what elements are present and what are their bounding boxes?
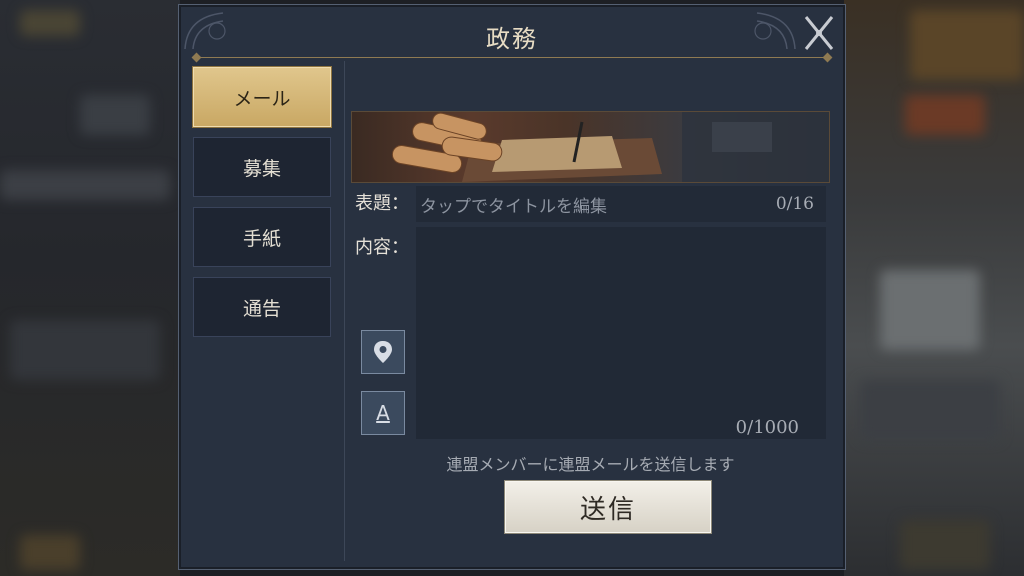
subject-input[interactable]: タップでタイトルを編集 0/16: [416, 186, 826, 222]
banner-image: [351, 111, 830, 183]
tab-recruit[interactable]: 募集: [193, 137, 331, 197]
send-button-label: 送信: [579, 494, 636, 525]
tab-mail[interactable]: メール: [193, 67, 331, 127]
tab-label: 募集: [242, 157, 281, 180]
tab-letter[interactable]: 手紙: [193, 207, 331, 267]
content-label: 内容：: [355, 237, 409, 258]
content-char-count: 0/1000: [735, 417, 799, 438]
content-textarea[interactable]: 0/1000: [416, 227, 826, 439]
font-format-button[interactable]: A: [361, 391, 405, 435]
tab-notice[interactable]: 通告: [193, 277, 331, 337]
sidebar-divider: [344, 61, 345, 561]
send-button[interactable]: 送信: [505, 481, 711, 533]
sidebar: メール 募集 手紙 通告: [193, 67, 333, 347]
subject-placeholder: タップでタイトルを編集: [420, 197, 607, 217]
tab-label: 通告: [242, 297, 281, 320]
close-icon[interactable]: [801, 11, 837, 53]
title-bar: 政務: [179, 5, 845, 59]
title-divider: [193, 57, 831, 58]
location-pin-icon: [374, 341, 392, 363]
scrolls-illustration: [391, 112, 829, 182]
location-button[interactable]: [361, 330, 405, 374]
tab-label: 手紙: [242, 227, 281, 250]
dialog-title: 政務: [486, 25, 538, 53]
tab-label: メール: [233, 87, 291, 110]
subject-char-count: 0/16: [775, 194, 814, 214]
subject-label: 表題：: [355, 193, 409, 214]
mail-dialog: 政務 メール 募集 手紙 通告 表題： タップでタイトルを編集 0/16 内容：…: [178, 4, 846, 570]
send-hint: 連盟メンバーに連盟メールを送信します: [446, 455, 735, 474]
font-format-icon: A: [376, 401, 390, 425]
